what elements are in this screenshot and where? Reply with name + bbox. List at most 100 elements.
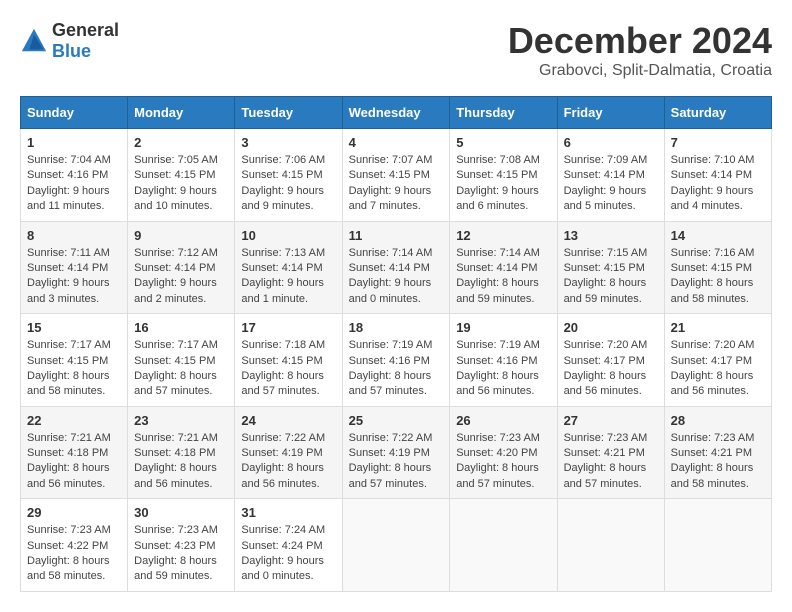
calendar-cell: 24 Sunrise: 7:22 AM Sunset: 4:19 PM Dayl… — [235, 406, 342, 499]
sunrise-label: Sunrise: 7:21 AM — [27, 432, 111, 444]
sunset-label: Sunset: 4:17 PM — [671, 355, 752, 367]
sunset-label: Sunset: 4:14 PM — [27, 262, 108, 274]
day-info: Sunrise: 7:21 AM Sunset: 4:18 PM Dayligh… — [27, 431, 121, 493]
day-info: Sunrise: 7:20 AM Sunset: 4:17 PM Dayligh… — [671, 338, 765, 400]
calendar-cell — [450, 499, 557, 592]
sunset-label: Sunset: 4:14 PM — [241, 262, 322, 274]
day-info: Sunrise: 7:08 AM Sunset: 4:15 PM Dayligh… — [456, 153, 550, 215]
sunset-label: Sunset: 4:18 PM — [134, 447, 215, 459]
daylight-label: Daylight: 8 hours and 57 minutes. — [134, 370, 217, 397]
weekday-row: SundayMondayTuesdayWednesdayThursdayFrid… — [21, 97, 772, 129]
sunrise-label: Sunrise: 7:12 AM — [134, 247, 218, 259]
day-number: 29 — [27, 505, 121, 520]
day-number: 27 — [564, 413, 658, 428]
day-info: Sunrise: 7:14 AM Sunset: 4:14 PM Dayligh… — [349, 246, 444, 308]
daylight-label: Daylight: 8 hours and 57 minutes. — [241, 370, 324, 397]
daylight-label: Daylight: 8 hours and 57 minutes. — [456, 462, 539, 489]
sunset-label: Sunset: 4:24 PM — [241, 540, 322, 552]
calendar-cell: 25 Sunrise: 7:22 AM Sunset: 4:19 PM Dayl… — [342, 406, 450, 499]
sunset-label: Sunset: 4:21 PM — [564, 447, 645, 459]
sunrise-label: Sunrise: 7:14 AM — [456, 247, 540, 259]
daylight-label: Daylight: 8 hours and 57 minutes. — [564, 462, 647, 489]
calendar-cell: 13 Sunrise: 7:15 AM Sunset: 4:15 PM Dayl… — [557, 221, 664, 314]
logo: General Blue — [20, 20, 119, 62]
weekday-header-wednesday: Wednesday — [342, 97, 450, 129]
day-info: Sunrise: 7:23 AM Sunset: 4:20 PM Dayligh… — [456, 431, 550, 493]
daylight-label: Daylight: 9 hours and 2 minutes. — [134, 277, 217, 304]
day-number: 26 — [456, 413, 550, 428]
day-info: Sunrise: 7:11 AM Sunset: 4:14 PM Dayligh… — [27, 246, 121, 308]
page-title: December 2024 — [508, 20, 772, 62]
sunrise-label: Sunrise: 7:22 AM — [349, 432, 433, 444]
logo-icon — [20, 27, 48, 55]
sunset-label: Sunset: 4:15 PM — [564, 262, 645, 274]
calendar-cell: 28 Sunrise: 7:23 AM Sunset: 4:21 PM Dayl… — [664, 406, 771, 499]
daylight-label: Daylight: 9 hours and 3 minutes. — [27, 277, 110, 304]
sunset-label: Sunset: 4:21 PM — [671, 447, 752, 459]
daylight-label: Daylight: 9 hours and 6 minutes. — [456, 185, 539, 212]
sunset-label: Sunset: 4:19 PM — [241, 447, 322, 459]
week-row-3: 15 Sunrise: 7:17 AM Sunset: 4:15 PM Dayl… — [21, 314, 772, 407]
daylight-label: Daylight: 8 hours and 56 minutes. — [241, 462, 324, 489]
day-info: Sunrise: 7:23 AM Sunset: 4:21 PM Dayligh… — [564, 431, 658, 493]
day-info: Sunrise: 7:15 AM Sunset: 4:15 PM Dayligh… — [564, 246, 658, 308]
day-info: Sunrise: 7:23 AM Sunset: 4:23 PM Dayligh… — [134, 523, 228, 585]
day-number: 6 — [564, 135, 658, 150]
day-info: Sunrise: 7:20 AM Sunset: 4:17 PM Dayligh… — [564, 338, 658, 400]
sunrise-label: Sunrise: 7:16 AM — [671, 247, 755, 259]
sunset-label: Sunset: 4:15 PM — [456, 169, 537, 181]
day-number: 30 — [134, 505, 228, 520]
day-number: 13 — [564, 228, 658, 243]
daylight-label: Daylight: 9 hours and 7 minutes. — [349, 185, 432, 212]
sunrise-label: Sunrise: 7:22 AM — [241, 432, 325, 444]
sunrise-label: Sunrise: 7:23 AM — [564, 432, 648, 444]
sunset-label: Sunset: 4:14 PM — [349, 262, 430, 274]
sunrise-label: Sunrise: 7:07 AM — [349, 154, 433, 166]
weekday-header-saturday: Saturday — [664, 97, 771, 129]
day-number: 24 — [241, 413, 335, 428]
week-row-4: 22 Sunrise: 7:21 AM Sunset: 4:18 PM Dayl… — [21, 406, 772, 499]
day-number: 16 — [134, 320, 228, 335]
day-number: 28 — [671, 413, 765, 428]
sunset-label: Sunset: 4:20 PM — [456, 447, 537, 459]
day-info: Sunrise: 7:09 AM Sunset: 4:14 PM Dayligh… — [564, 153, 658, 215]
daylight-label: Daylight: 8 hours and 59 minutes. — [134, 555, 217, 582]
daylight-label: Daylight: 9 hours and 11 minutes. — [27, 185, 110, 212]
page-header: General Blue December 2024 Grabovci, Spl… — [20, 20, 772, 80]
day-info: Sunrise: 7:23 AM Sunset: 4:22 PM Dayligh… — [27, 523, 121, 585]
day-number: 2 — [134, 135, 228, 150]
day-number: 5 — [456, 135, 550, 150]
weekday-header-friday: Friday — [557, 97, 664, 129]
day-info: Sunrise: 7:05 AM Sunset: 4:15 PM Dayligh… — [134, 153, 228, 215]
day-info: Sunrise: 7:22 AM Sunset: 4:19 PM Dayligh… — [349, 431, 444, 493]
day-info: Sunrise: 7:21 AM Sunset: 4:18 PM Dayligh… — [134, 431, 228, 493]
sunrise-label: Sunrise: 7:10 AM — [671, 154, 755, 166]
daylight-label: Daylight: 8 hours and 58 minutes. — [671, 277, 754, 304]
daylight-label: Daylight: 9 hours and 4 minutes. — [671, 185, 754, 212]
calendar-cell: 12 Sunrise: 7:14 AM Sunset: 4:14 PM Dayl… — [450, 221, 557, 314]
sunset-label: Sunset: 4:17 PM — [564, 355, 645, 367]
daylight-label: Daylight: 9 hours and 0 minutes. — [349, 277, 432, 304]
sunrise-label: Sunrise: 7:08 AM — [456, 154, 540, 166]
daylight-label: Daylight: 9 hours and 9 minutes. — [241, 185, 324, 212]
day-number: 7 — [671, 135, 765, 150]
daylight-label: Daylight: 8 hours and 57 minutes. — [349, 370, 432, 397]
sunset-label: Sunset: 4:18 PM — [27, 447, 108, 459]
sunrise-label: Sunrise: 7:20 AM — [671, 339, 755, 351]
day-number: 14 — [671, 228, 765, 243]
weekday-header-tuesday: Tuesday — [235, 97, 342, 129]
calendar-cell — [664, 499, 771, 592]
day-number: 20 — [564, 320, 658, 335]
calendar-cell — [342, 499, 450, 592]
day-info: Sunrise: 7:07 AM Sunset: 4:15 PM Dayligh… — [349, 153, 444, 215]
calendar-cell: 23 Sunrise: 7:21 AM Sunset: 4:18 PM Dayl… — [128, 406, 235, 499]
sunset-label: Sunset: 4:22 PM — [27, 540, 108, 552]
calendar-cell: 5 Sunrise: 7:08 AM Sunset: 4:15 PM Dayli… — [450, 129, 557, 222]
calendar-cell: 4 Sunrise: 7:07 AM Sunset: 4:15 PM Dayli… — [342, 129, 450, 222]
sunrise-label: Sunrise: 7:24 AM — [241, 524, 325, 536]
day-info: Sunrise: 7:14 AM Sunset: 4:14 PM Dayligh… — [456, 246, 550, 308]
daylight-label: Daylight: 8 hours and 56 minutes. — [456, 370, 539, 397]
daylight-label: Daylight: 8 hours and 58 minutes. — [27, 370, 110, 397]
sunrise-label: Sunrise: 7:23 AM — [134, 524, 218, 536]
week-row-1: 1 Sunrise: 7:04 AM Sunset: 4:16 PM Dayli… — [21, 129, 772, 222]
